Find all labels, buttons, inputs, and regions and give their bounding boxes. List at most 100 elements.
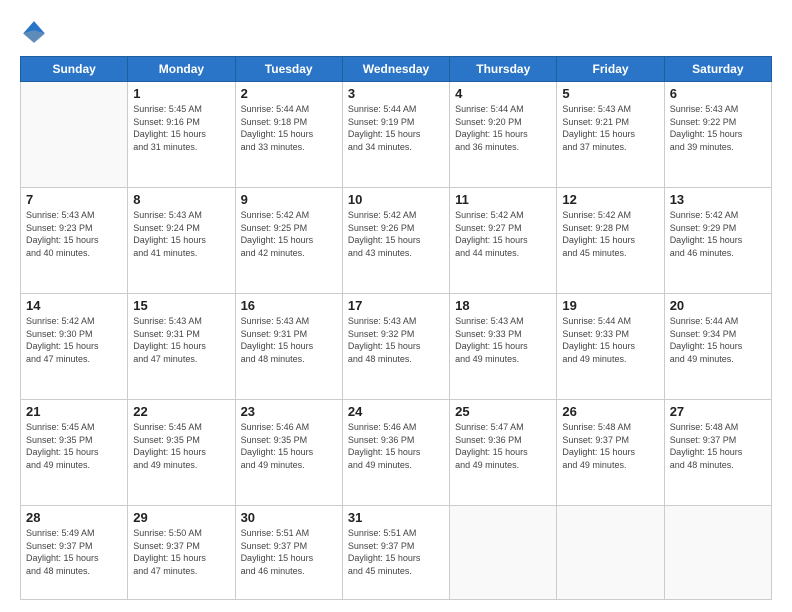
cell-content: Sunrise: 5:43 AM Sunset: 9:31 PM Dayligh… [241, 315, 337, 365]
cell-content: Sunrise: 5:42 AM Sunset: 9:28 PM Dayligh… [562, 209, 658, 259]
logo [20, 18, 52, 46]
day-number: 22 [133, 404, 229, 419]
calendar-cell [664, 506, 771, 600]
calendar-cell: 31Sunrise: 5:51 AM Sunset: 9:37 PM Dayli… [342, 506, 449, 600]
cell-content: Sunrise: 5:45 AM Sunset: 9:35 PM Dayligh… [133, 421, 229, 471]
calendar-cell: 14 Sunrise: 5:42 AM Sunset: 9:30 PM Dayli… [21, 294, 128, 400]
calendar-week-2: 7 Sunrise: 5:43 AM Sunset: 9:23 PM Daylig… [21, 188, 772, 294]
calendar-cell: 22 Sunrise: 5:45 AM Sunset: 9:35 PM Dayli… [128, 400, 235, 506]
cell-content: Sunrise: 5:45 AM Sunset: 9:16 PM Dayligh… [133, 103, 229, 153]
logo-icon [20, 18, 48, 46]
day-header-tuesday: Tuesday [235, 57, 342, 82]
calendar-header-row: SundayMondayTuesdayWednesdayThursdayFrid… [21, 57, 772, 82]
day-number: 7 [26, 192, 122, 207]
day-number: 21 [26, 404, 122, 419]
calendar-cell: 15 Sunrise: 5:43 AM Sunset: 9:31 PM Dayli… [128, 294, 235, 400]
cell-content: Sunrise: 5:43 AM Sunset: 9:31 PM Dayligh… [133, 315, 229, 365]
day-number: 5 [562, 86, 658, 101]
cell-content: Sunrise: 5:44 AM Sunset: 9:33 PM Dayligh… [562, 315, 658, 365]
day-header-sunday: Sunday [21, 57, 128, 82]
cell-content: Sunrise: 5:43 AM Sunset: 9:32 PM Dayligh… [348, 315, 444, 365]
cell-content: Sunrise: 5:42 AM Sunset: 9:25 PM Dayligh… [241, 209, 337, 259]
calendar-cell: 8 Sunrise: 5:43 AM Sunset: 9:24 PM Daylig… [128, 188, 235, 294]
day-number: 19 [562, 298, 658, 313]
calendar-cell: 29 Sunrise: 5:50 AM Sunset: 9:37 PM Dayli… [128, 506, 235, 600]
cell-content: Sunrise: 5:50 AM Sunset: 9:37 PM Dayligh… [133, 527, 229, 577]
header [20, 18, 772, 46]
calendar-week-3: 14 Sunrise: 5:42 AM Sunset: 9:30 PM Dayli… [21, 294, 772, 400]
calendar-cell: 23 Sunrise: 5:46 AM Sunset: 9:35 PM Dayli… [235, 400, 342, 506]
calendar-cell: 2 Sunrise: 5:44 AM Sunset: 9:18 PM Daylig… [235, 82, 342, 188]
calendar-cell: 28 Sunrise: 5:49 AM Sunset: 9:37 PM Dayli… [21, 506, 128, 600]
calendar-cell: 16 Sunrise: 5:43 AM Sunset: 9:31 PM Dayli… [235, 294, 342, 400]
day-number: 31 [348, 510, 444, 525]
page: SundayMondayTuesdayWednesdayThursdayFrid… [0, 0, 792, 612]
day-number: 6 [670, 86, 766, 101]
day-number: 14 [26, 298, 122, 313]
cell-content: Sunrise: 5:44 AM Sunset: 9:20 PM Dayligh… [455, 103, 551, 153]
calendar-cell: 1Sunrise: 5:45 AM Sunset: 9:16 PM Daylig… [128, 82, 235, 188]
day-number: 15 [133, 298, 229, 313]
day-number: 9 [241, 192, 337, 207]
calendar-cell: 18 Sunrise: 5:43 AM Sunset: 9:33 PM Dayli… [450, 294, 557, 400]
cell-content: Sunrise: 5:43 AM Sunset: 9:24 PM Dayligh… [133, 209, 229, 259]
day-number: 23 [241, 404, 337, 419]
day-header-thursday: Thursday [450, 57, 557, 82]
day-number: 28 [26, 510, 122, 525]
day-number: 2 [241, 86, 337, 101]
calendar-week-1: 1Sunrise: 5:45 AM Sunset: 9:16 PM Daylig… [21, 82, 772, 188]
calendar-cell: 12 Sunrise: 5:42 AM Sunset: 9:28 PM Dayli… [557, 188, 664, 294]
calendar-cell: 27 Sunrise: 5:48 AM Sunset: 9:37 PM Dayli… [664, 400, 771, 506]
calendar-cell: 3 Sunrise: 5:44 AM Sunset: 9:19 PM Daylig… [342, 82, 449, 188]
cell-content: Sunrise: 5:44 AM Sunset: 9:19 PM Dayligh… [348, 103, 444, 153]
cell-content: Sunrise: 5:44 AM Sunset: 9:18 PM Dayligh… [241, 103, 337, 153]
day-number: 30 [241, 510, 337, 525]
calendar-cell: 24Sunrise: 5:46 AM Sunset: 9:36 PM Dayli… [342, 400, 449, 506]
cell-content: Sunrise: 5:48 AM Sunset: 9:37 PM Dayligh… [562, 421, 658, 471]
calendar-cell: 21 Sunrise: 5:45 AM Sunset: 9:35 PM Dayli… [21, 400, 128, 506]
day-number: 29 [133, 510, 229, 525]
day-number: 27 [670, 404, 766, 419]
calendar-cell: 13 Sunrise: 5:42 AM Sunset: 9:29 PM Dayli… [664, 188, 771, 294]
day-number: 4 [455, 86, 551, 101]
calendar-cell [557, 506, 664, 600]
day-number: 12 [562, 192, 658, 207]
cell-content: Sunrise: 5:47 AM Sunset: 9:36 PM Dayligh… [455, 421, 551, 471]
calendar-cell: 17 Sunrise: 5:43 AM Sunset: 9:32 PM Dayli… [342, 294, 449, 400]
cell-content: Sunrise: 5:49 AM Sunset: 9:37 PM Dayligh… [26, 527, 122, 577]
cell-content: Sunrise: 5:43 AM Sunset: 9:23 PM Dayligh… [26, 209, 122, 259]
day-header-monday: Monday [128, 57, 235, 82]
cell-content: Sunrise: 5:42 AM Sunset: 9:30 PM Dayligh… [26, 315, 122, 365]
calendar-cell: 9 Sunrise: 5:42 AM Sunset: 9:25 PM Daylig… [235, 188, 342, 294]
cell-content: Sunrise: 5:43 AM Sunset: 9:33 PM Dayligh… [455, 315, 551, 365]
cell-content: Sunrise: 5:45 AM Sunset: 9:35 PM Dayligh… [26, 421, 122, 471]
calendar-cell: 5 Sunrise: 5:43 AM Sunset: 9:21 PM Daylig… [557, 82, 664, 188]
cell-content: Sunrise: 5:42 AM Sunset: 9:26 PM Dayligh… [348, 209, 444, 259]
day-number: 16 [241, 298, 337, 313]
day-header-friday: Friday [557, 57, 664, 82]
cell-content: Sunrise: 5:44 AM Sunset: 9:34 PM Dayligh… [670, 315, 766, 365]
calendar-cell: 6Sunrise: 5:43 AM Sunset: 9:22 PM Daylig… [664, 82, 771, 188]
day-number: 26 [562, 404, 658, 419]
calendar-cell: 26 Sunrise: 5:48 AM Sunset: 9:37 PM Dayli… [557, 400, 664, 506]
cell-content: Sunrise: 5:42 AM Sunset: 9:27 PM Dayligh… [455, 209, 551, 259]
day-number: 20 [670, 298, 766, 313]
calendar-cell: 7 Sunrise: 5:43 AM Sunset: 9:23 PM Daylig… [21, 188, 128, 294]
cell-content: Sunrise: 5:46 AM Sunset: 9:35 PM Dayligh… [241, 421, 337, 471]
calendar-cell: 10Sunrise: 5:42 AM Sunset: 9:26 PM Dayli… [342, 188, 449, 294]
calendar-cell: 30 Sunrise: 5:51 AM Sunset: 9:37 PM Dayli… [235, 506, 342, 600]
day-header-saturday: Saturday [664, 57, 771, 82]
day-number: 13 [670, 192, 766, 207]
day-number: 17 [348, 298, 444, 313]
cell-content: Sunrise: 5:48 AM Sunset: 9:37 PM Dayligh… [670, 421, 766, 471]
cell-content: Sunrise: 5:51 AM Sunset: 9:37 PM Dayligh… [241, 527, 337, 577]
cell-content: Sunrise: 5:43 AM Sunset: 9:21 PM Dayligh… [562, 103, 658, 153]
calendar-cell: 20 Sunrise: 5:44 AM Sunset: 9:34 PM Dayli… [664, 294, 771, 400]
day-number: 18 [455, 298, 551, 313]
day-number: 11 [455, 192, 551, 207]
day-number: 3 [348, 86, 444, 101]
day-number: 8 [133, 192, 229, 207]
cell-content: Sunrise: 5:42 AM Sunset: 9:29 PM Dayligh… [670, 209, 766, 259]
calendar-week-5: 28 Sunrise: 5:49 AM Sunset: 9:37 PM Dayli… [21, 506, 772, 600]
calendar-cell: 11 Sunrise: 5:42 AM Sunset: 9:27 PM Dayli… [450, 188, 557, 294]
